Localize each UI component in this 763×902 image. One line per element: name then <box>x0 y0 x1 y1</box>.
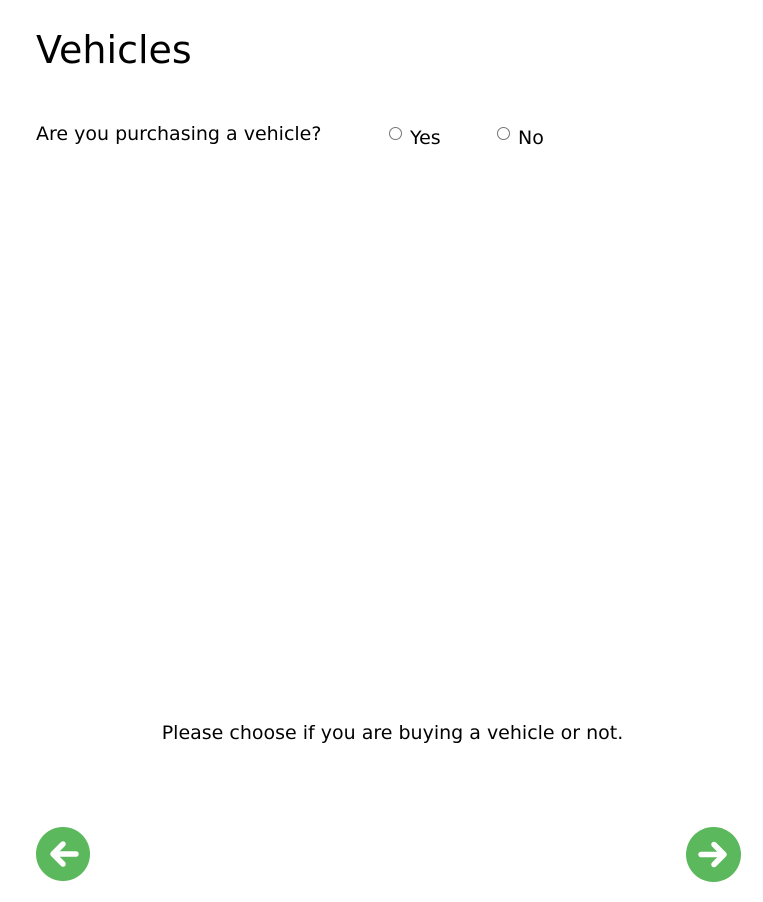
radio-label-no[interactable]: No <box>518 126 544 150</box>
back-button[interactable] <box>36 827 90 881</box>
radio-label-yes[interactable]: Yes <box>410 126 441 150</box>
validation-hint: Please choose if you are buying a vehicl… <box>161 722 624 744</box>
arrow-left-icon <box>36 827 90 881</box>
page-title: Vehicles <box>36 28 192 72</box>
radio-no[interactable] <box>497 127 510 140</box>
next-button[interactable] <box>686 827 741 882</box>
question-label: Are you purchasing a vehicle? <box>36 123 322 145</box>
vehicle-purchase-question: Are you purchasing a vehicle? Yes No <box>36 120 636 152</box>
arrow-right-icon <box>686 827 741 882</box>
radio-yes[interactable] <box>389 127 402 140</box>
